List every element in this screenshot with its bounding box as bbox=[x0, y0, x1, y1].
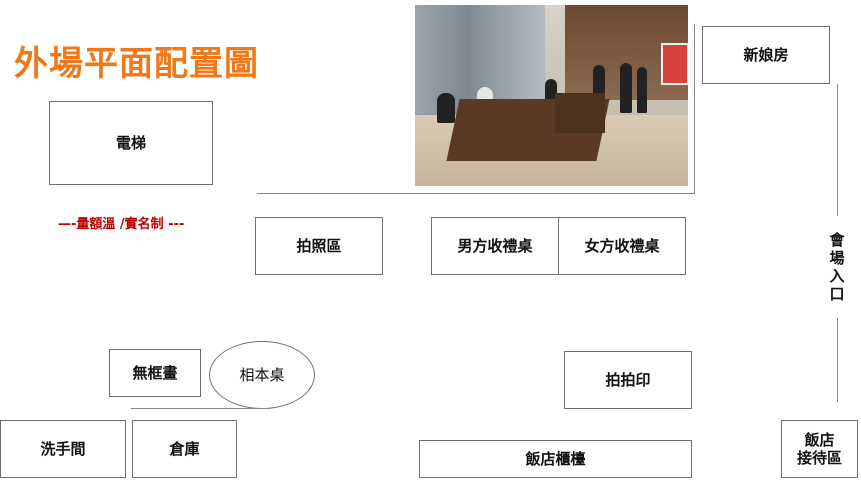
wall-line bbox=[694, 24, 695, 194]
venue-entrance-char: 場 bbox=[829, 249, 845, 267]
hotel-reception-box: 飯店 接待區 bbox=[781, 420, 858, 478]
groom-gift-table: 男方收禮桌 bbox=[431, 217, 559, 275]
venue-entrance-char: 口 bbox=[829, 285, 845, 303]
wall-line bbox=[837, 318, 838, 402]
bridal-room-box: 新娘房 bbox=[702, 26, 830, 84]
temperature-note: —-量額溫 /實名制 --- bbox=[58, 217, 185, 232]
photo-reception-table bbox=[555, 93, 605, 133]
photo-person bbox=[637, 67, 647, 113]
venue-entrance-char: 會 bbox=[829, 231, 845, 249]
bride-gift-table: 女方收禮桌 bbox=[558, 217, 686, 275]
frameless-painting-box: 無框畫 bbox=[109, 349, 201, 397]
venue-entrance-label: 會 場 入 口 bbox=[824, 222, 850, 312]
wall-line bbox=[131, 408, 271, 409]
hotel-reception-line: 飯店 bbox=[804, 431, 835, 449]
elevator-box: 電梯 bbox=[49, 101, 213, 185]
page-title: 外場平面配置圖 bbox=[14, 44, 259, 84]
reception-photo bbox=[415, 5, 688, 186]
album-table-oval: 相本桌 bbox=[209, 341, 315, 409]
hotel-reception-line: 接待區 bbox=[796, 449, 842, 467]
photo-sign bbox=[661, 43, 688, 85]
wall-line bbox=[837, 84, 838, 216]
photo-area-box: 拍照區 bbox=[255, 217, 383, 275]
venue-entrance-char: 入 bbox=[829, 267, 845, 285]
photo-person bbox=[437, 93, 455, 123]
hotel-counter-box: 飯店櫃檯 bbox=[419, 440, 692, 478]
storage-box: 倉庫 bbox=[132, 420, 237, 478]
photo-print-box: 拍拍印 bbox=[564, 351, 692, 409]
wall-line bbox=[257, 193, 695, 194]
restroom-box: 洗手間 bbox=[0, 420, 126, 478]
photo-person bbox=[620, 63, 632, 113]
